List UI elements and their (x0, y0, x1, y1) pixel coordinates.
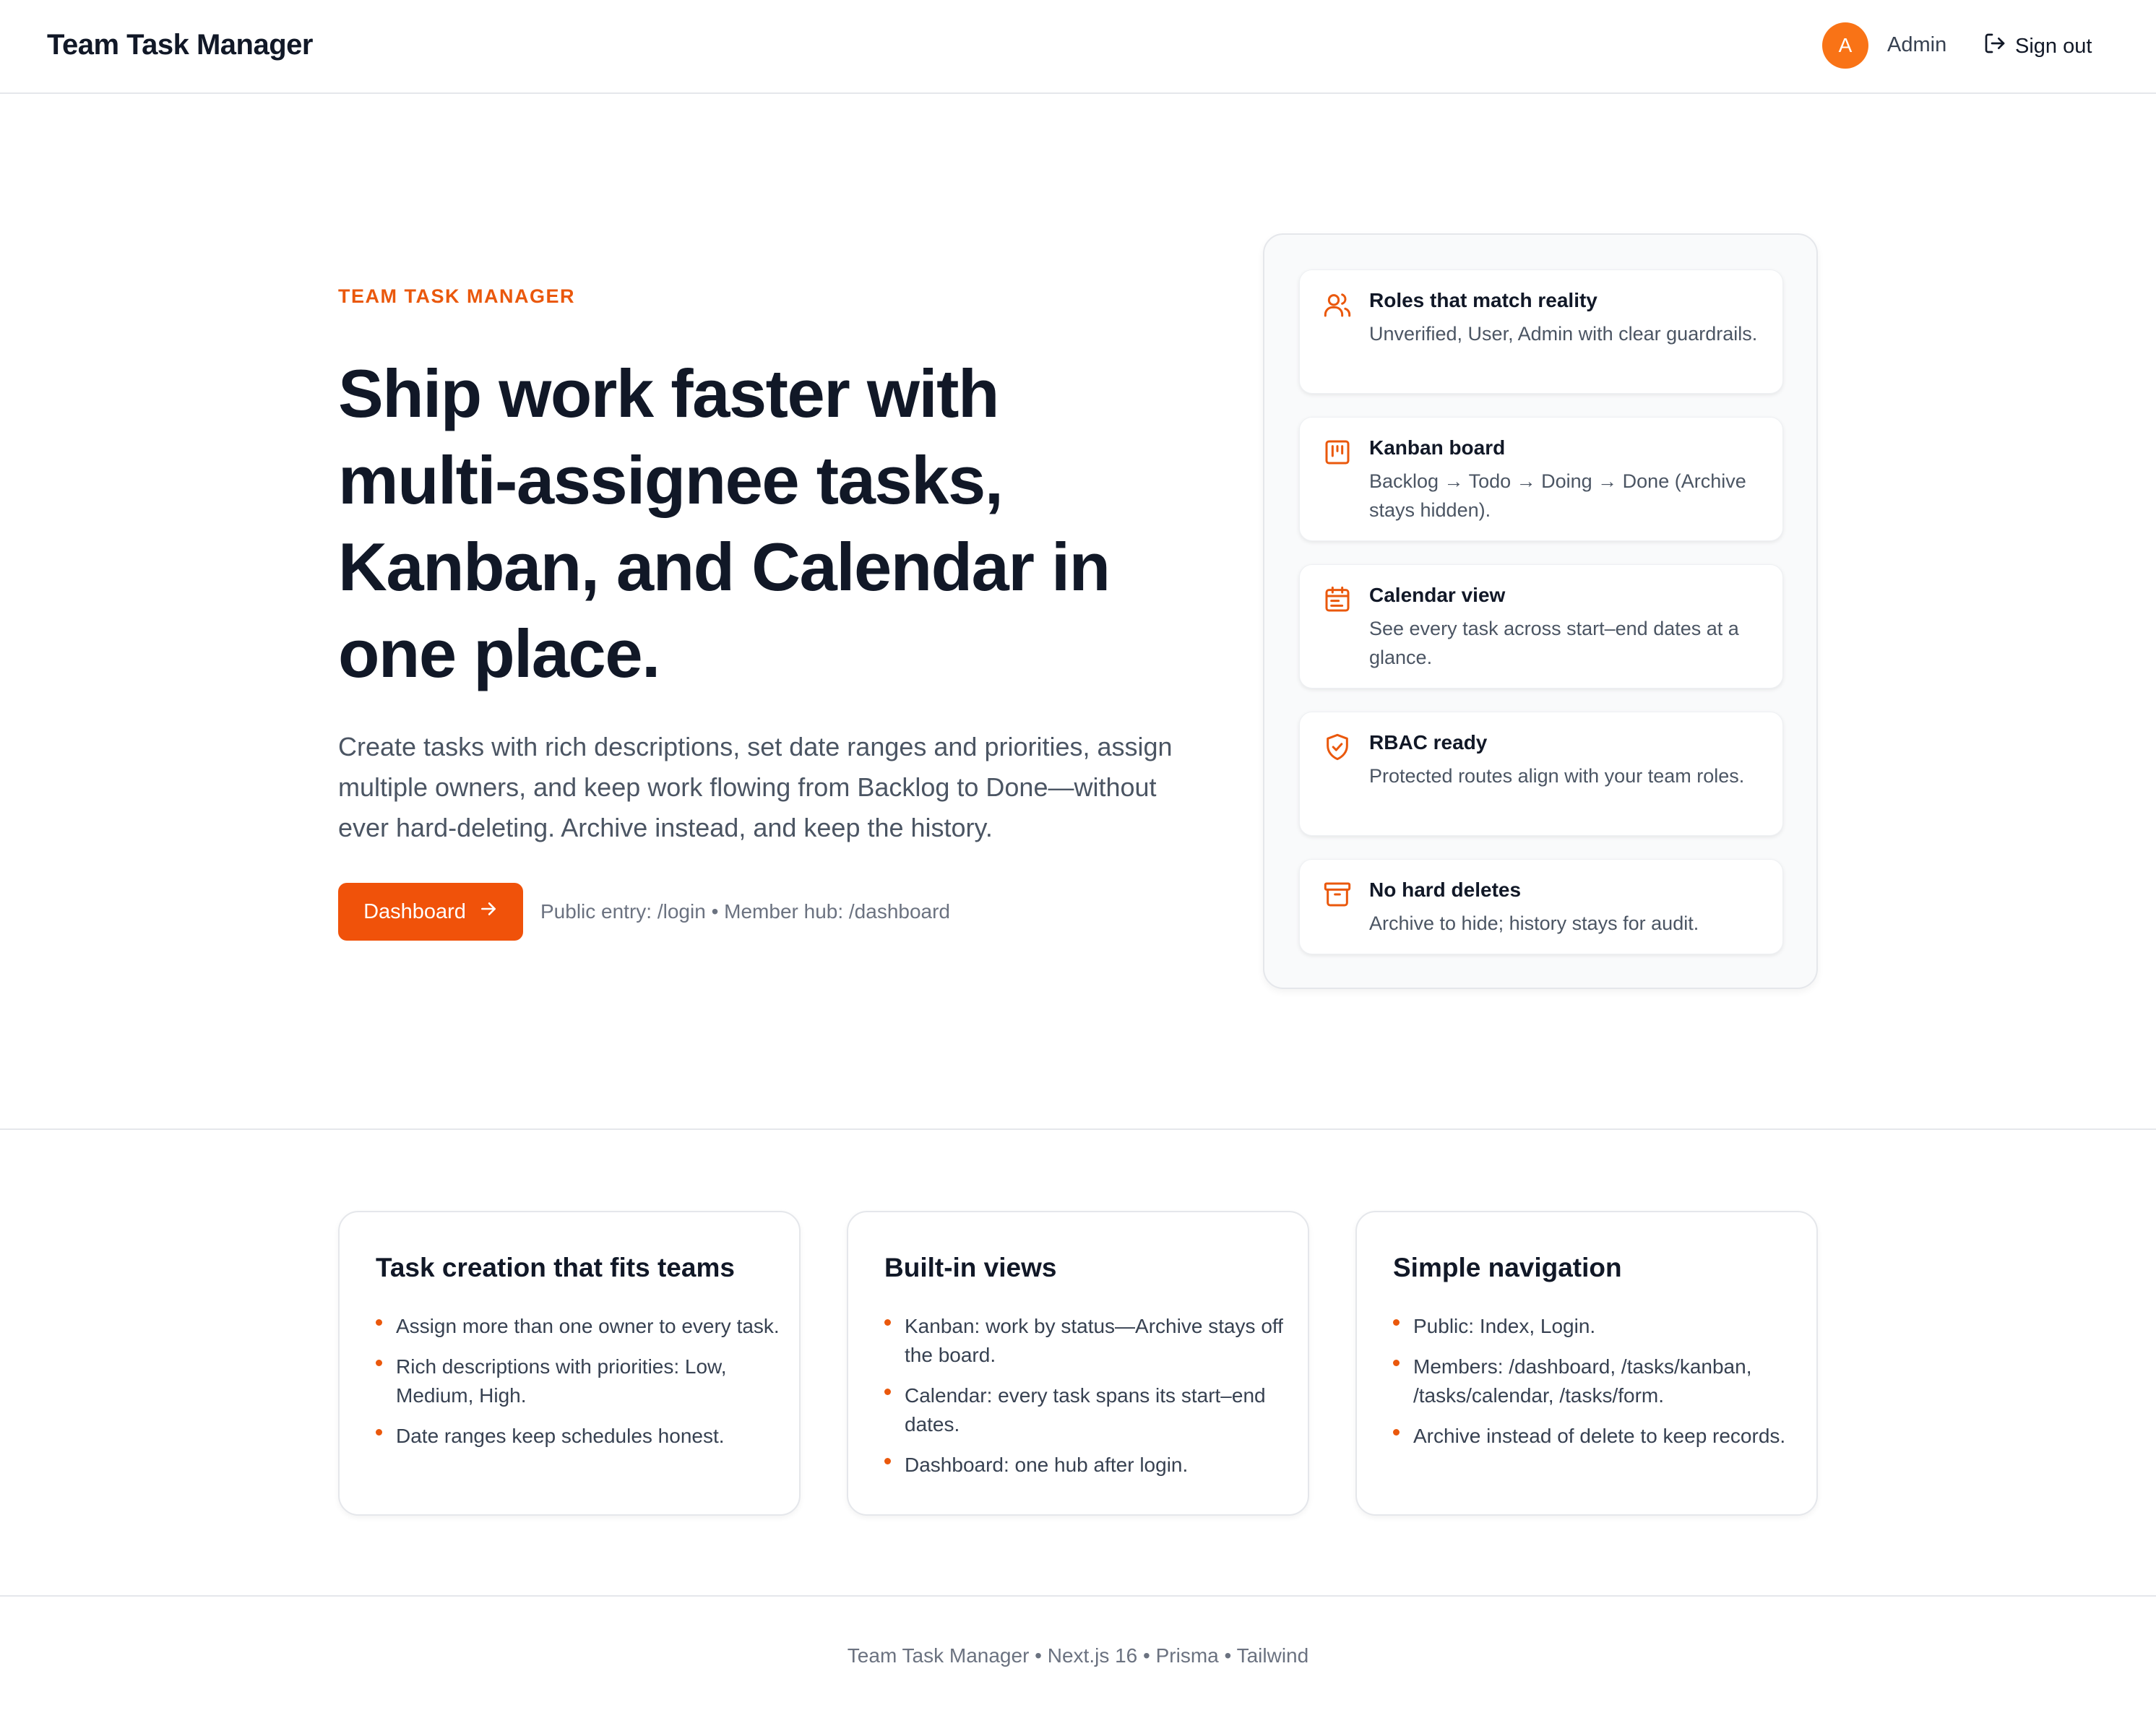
bullet-icon (1393, 1360, 1400, 1366)
calendar-icon (1323, 585, 1352, 614)
route-note: Public entry: /login • Member hub: /dash… (540, 900, 950, 923)
sign-out-label: Sign out (2015, 34, 2092, 58)
feature-card-rbac: RBAC ready Protected routes align with y… (1299, 712, 1783, 836)
feature-description: See every task across start–end dates at… (1369, 618, 1739, 668)
bullet-icon (884, 1458, 891, 1464)
card-list: Kanban: work by status—Archive stays off… (884, 1312, 1289, 1491)
user-name: Admin (1887, 33, 1947, 56)
bullet-icon (376, 1319, 382, 1326)
list-item: Members: /dashboard, /tasks/kanban, /tas… (1393, 1352, 1798, 1410)
shield-check-icon (1323, 733, 1352, 761)
feature-title: RBAC ready (1369, 731, 1488, 754)
feature-panel: Roles that match reality Unverified, Use… (1263, 233, 1818, 989)
sign-out-icon (1983, 32, 2006, 61)
feature-title: Calendar view (1369, 584, 1506, 606)
sign-out-button[interactable]: Sign out (1983, 29, 2092, 64)
footer-text: Team Task Manager • Next.js 16 • Prisma … (847, 1644, 1309, 1667)
info-card-task-creation: Task creation that fits teams Assign mor… (338, 1211, 801, 1516)
feature-title: No hard deletes (1369, 879, 1522, 901)
feature-card-roles: Roles that match reality Unverified, Use… (1299, 269, 1783, 394)
feature-card-calendar: Calendar view See every task across star… (1299, 564, 1783, 689)
info-card-views: Built-in views Kanban: work by status—Ar… (847, 1211, 1309, 1516)
arrow-right-icon (479, 899, 498, 924)
hero-eyebrow: TEAM TASK MANAGER (338, 285, 575, 307)
bullet-icon (376, 1429, 382, 1436)
feature-description: Protected routes align with your team ro… (1369, 765, 1745, 787)
list-item: Rich descriptions with priorities: Low, … (376, 1352, 780, 1410)
hero-title: Ship work faster with multi-assignee tas… (338, 355, 1111, 691)
feature-card-archive: No hard deletes Archive to hide; history… (1299, 859, 1783, 954)
dashboard-button[interactable]: Dashboard (338, 883, 523, 941)
bullet-icon (1393, 1429, 1400, 1436)
app-brand[interactable]: Team Task Manager (47, 29, 313, 61)
feature-description: Backlog → Todo → Doing → Done (Archive s… (1369, 470, 1746, 521)
avatar[interactable]: A (1822, 22, 1868, 69)
card-list: Assign more than one owner to every task… (376, 1312, 780, 1462)
feature-description: Unverified, User, Admin with clear guard… (1369, 323, 1758, 345)
footer-divider (0, 1595, 2156, 1597)
list-item: Archive instead of delete to keep record… (1393, 1422, 1798, 1451)
feature-title: Kanban board (1369, 436, 1506, 459)
section-divider (0, 1128, 2156, 1130)
list-item: Public: Index, Login. (1393, 1312, 1798, 1341)
list-item: Kanban: work by status—Archive stays off… (884, 1312, 1289, 1370)
info-card-navigation: Simple navigation Public: Index, Login. … (1355, 1211, 1818, 1516)
feature-card-kanban: Kanban board Backlog → Todo → Doing → Do… (1299, 417, 1783, 541)
list-item: Dashboard: one hub after login. (884, 1451, 1289, 1480)
card-title: Task creation that fits teams (376, 1253, 735, 1282)
hero-description: Create tasks with rich descriptions, set… (338, 732, 1173, 842)
list-item: Date ranges keep schedules honest. (376, 1422, 780, 1451)
users-icon (1323, 290, 1352, 319)
list-item: Assign more than one owner to every task… (376, 1312, 780, 1341)
top-navbar: Team Task Manager A Admin Sign out (0, 0, 2156, 94)
dashboard-button-label: Dashboard (363, 899, 466, 923)
kanban-icon (1323, 438, 1352, 467)
feature-title: Roles that match reality (1369, 289, 1597, 311)
archive-icon (1323, 880, 1352, 909)
card-title: Simple navigation (1393, 1253, 1622, 1282)
feature-description: Archive to hide; history stays for audit… (1369, 912, 1699, 934)
list-item: Calendar: every task spans its start–end… (884, 1381, 1289, 1439)
card-title: Built-in views (884, 1253, 1057, 1282)
bullet-icon (884, 1319, 891, 1326)
bullet-icon (1393, 1319, 1400, 1326)
bullet-icon (884, 1389, 891, 1395)
bullet-icon (376, 1360, 382, 1366)
card-list: Public: Index, Login. Members: /dashboar… (1393, 1312, 1798, 1462)
